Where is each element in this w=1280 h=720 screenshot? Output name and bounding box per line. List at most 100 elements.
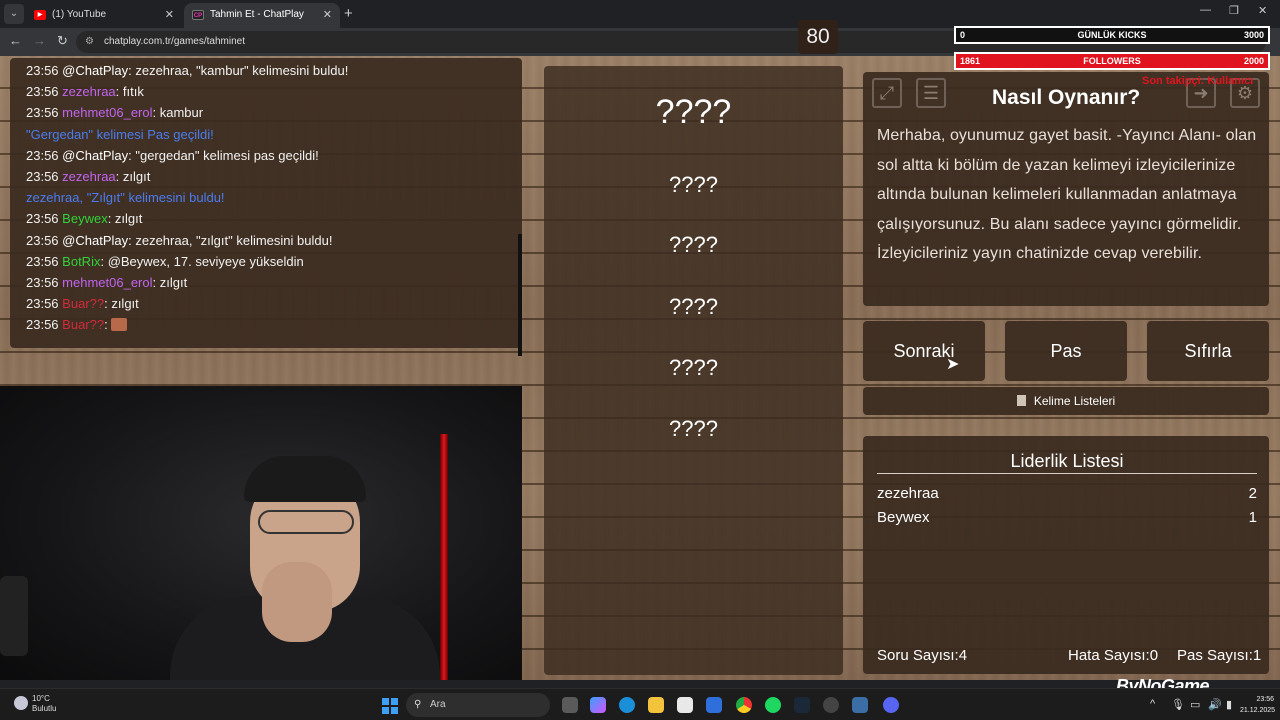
chat-username[interactable]: Beywex: [62, 211, 108, 226]
tab-search-button[interactable]: ⌄: [4, 4, 24, 24]
chat-username[interactable]: zezehraa: [62, 84, 115, 99]
minimize-icon[interactable]: —: [1200, 4, 1211, 16]
mouse-cursor-icon: ➤: [946, 356, 960, 373]
rules-icon[interactable]: ☰: [916, 78, 946, 108]
webcam-feed: [0, 386, 522, 680]
player-score: 1: [1248, 509, 1257, 526]
steam-icon[interactable]: [794, 697, 810, 713]
speaker-icon[interactable]: 🔊: [1208, 698, 1222, 711]
howto-title: Nasıl Oynanır?: [992, 86, 1141, 109]
obs-icon[interactable]: [823, 697, 839, 713]
clock-time: 23:56: [1256, 696, 1274, 703]
clock-date: 21.12.2025: [1240, 707, 1276, 714]
errors-label: Hata Sayısı:: [1068, 647, 1150, 664]
microphone-icon[interactable]: 🎙: [1171, 698, 1185, 711]
app-icon[interactable]: [852, 697, 868, 713]
tab-chatplay[interactable]: CP Tahmin Et - ChatPlay ✕: [184, 3, 340, 28]
chat-username[interactable]: mehmet06_erol: [62, 275, 152, 290]
webcam-red-light: [440, 434, 448, 680]
kicks-goal: 3000: [1243, 30, 1264, 40]
chat-username[interactable]: Buar??: [62, 296, 104, 311]
webcam-streamer-hand: [262, 562, 332, 642]
chrome-icon[interactable]: [736, 697, 752, 713]
reload-icon[interactable]: ↻: [57, 33, 68, 49]
restore-icon[interactable]: ❐: [1229, 4, 1239, 17]
back-icon[interactable]: ←: [9, 33, 22, 48]
chat-message: 23:56 Buar??:: [26, 314, 522, 335]
chat-text: : fıtık: [115, 84, 144, 100]
hidden-word-5: ????: [669, 416, 718, 441]
chat-username[interactable]: zezehraa: [62, 169, 115, 184]
reset-button[interactable]: Sıfırla: [1147, 321, 1269, 381]
pass-button[interactable]: Pas: [1005, 321, 1127, 381]
window-close-icon[interactable]: ✕: [1258, 4, 1267, 17]
leaderboard-title: Liderlik Listesi: [1010, 451, 1124, 471]
taskbar-clock[interactable]: 23:56 21.12.2025: [1240, 694, 1276, 716]
browser-tab-bar: ⌄ ▶ (1) YouTube ✕ CP Tahmin Et - ChatPla…: [0, 0, 1280, 28]
file-explorer-icon[interactable]: [648, 697, 664, 713]
chat-system-text: "Gergedan" kelimesi Pas geçildi!: [26, 126, 214, 142]
chat-message: 23:56 mehmet06_erol: kambur: [26, 102, 522, 123]
chat-scrollbar[interactable]: [518, 234, 522, 356]
battery-icon[interactable]: ▮: [1226, 698, 1232, 711]
display-icon[interactable]: ▭: [1190, 698, 1200, 711]
mail-icon[interactable]: [706, 697, 722, 713]
chat-message: 23:56 @ChatPlay: zezehraa, "zılgıt" keli…: [26, 230, 522, 251]
chat-username[interactable]: Buar??: [62, 317, 104, 332]
forward-icon[interactable]: →: [33, 33, 46, 48]
url-text: chatplay.com.tr/games/tahminet: [104, 36, 245, 47]
fullscreen-icon[interactable]: ⤢: [872, 78, 902, 108]
chat-username[interactable]: mehmet06_erol: [62, 105, 152, 120]
windows-start-icon[interactable]: [382, 698, 398, 714]
chat-timestamp: 23:56: [26, 296, 59, 312]
word-lists-button[interactable]: Kelime Listeleri: [863, 387, 1269, 415]
hidden-word-4: ????: [669, 355, 718, 380]
chat-message: 23:56 Beywex: zılgıt: [26, 208, 522, 229]
chat-text: :: [104, 317, 112, 333]
chat-message: 23:56 mehmet06_erol: zılgıt: [26, 272, 522, 293]
errors-stat: Hata Sayısı:0: [1068, 647, 1158, 664]
followers-goal-bar: FOLLOWERS 1861 2000: [954, 52, 1270, 70]
chat-username[interactable]: @ChatPlay: [62, 233, 128, 248]
chat-username[interactable]: BotRix: [62, 254, 100, 269]
last-follower-text: Son takipçi: Kullanıcı: [1142, 75, 1254, 87]
passes-stat: Pas Sayısı:1: [1177, 647, 1261, 664]
discord-icon[interactable]: [883, 697, 899, 713]
spotify-icon[interactable]: [765, 697, 781, 713]
hidden-word-1: ????: [669, 172, 718, 197]
new-tab-button[interactable]: +: [344, 5, 353, 22]
webcam-background-object: [0, 576, 28, 656]
close-icon[interactable]: ✕: [165, 3, 174, 27]
store-icon[interactable]: [677, 697, 693, 713]
chat-text: : kambur: [152, 105, 204, 121]
questions-stat: Soru Sayısı:4: [877, 647, 967, 664]
taskbar-search[interactable]: ⚲ Ara: [406, 693, 550, 717]
chat-timestamp: 23:56: [26, 84, 59, 100]
site-info-icon[interactable]: ⚙: [85, 31, 94, 53]
chat-timestamp: 23:56: [26, 232, 59, 248]
tab-youtube[interactable]: ▶ (1) YouTube ✕: [26, 3, 182, 28]
copilot-icon[interactable]: [590, 697, 606, 713]
chat-message: 23:56 @ChatPlay: "gergedan" kelimesi pas…: [26, 145, 522, 166]
followers-goal: 2000: [1243, 56, 1264, 66]
chat-timestamp: 23:56: [26, 147, 59, 163]
close-icon[interactable]: ✕: [323, 3, 332, 27]
tab-title: Tahmin Et - ChatPlay: [210, 9, 304, 20]
chat-text: : zılgıt: [107, 211, 143, 227]
chat-text: : zılgıt: [152, 275, 188, 291]
questions-value: 4: [958, 647, 968, 664]
chat-message: 23:56 zezehraa: zılgıt: [26, 166, 522, 187]
chevron-up-icon[interactable]: ^: [1150, 698, 1155, 710]
kicks-goal-bar: GÜNLÜK KICKS 0 3000: [954, 26, 1270, 44]
next-button[interactable]: Sonraki: [863, 321, 985, 381]
weather-widget[interactable]: 10°C Bulutlu: [14, 694, 56, 714]
chat-timestamp: 23:56: [26, 253, 59, 269]
chat-username[interactable]: @ChatPlay: [62, 148, 128, 163]
player-name: Beywex: [877, 509, 930, 526]
chat-text: : "gergedan" kelimesi pas geçildi!: [128, 147, 319, 163]
questions-label: Soru Sayısı:: [877, 647, 959, 664]
task-view-icon[interactable]: [562, 697, 578, 713]
edge-icon[interactable]: [619, 697, 635, 713]
chat-username[interactable]: @ChatPlay: [62, 63, 128, 78]
followers-goal-label: FOLLOWERS: [1083, 56, 1141, 66]
